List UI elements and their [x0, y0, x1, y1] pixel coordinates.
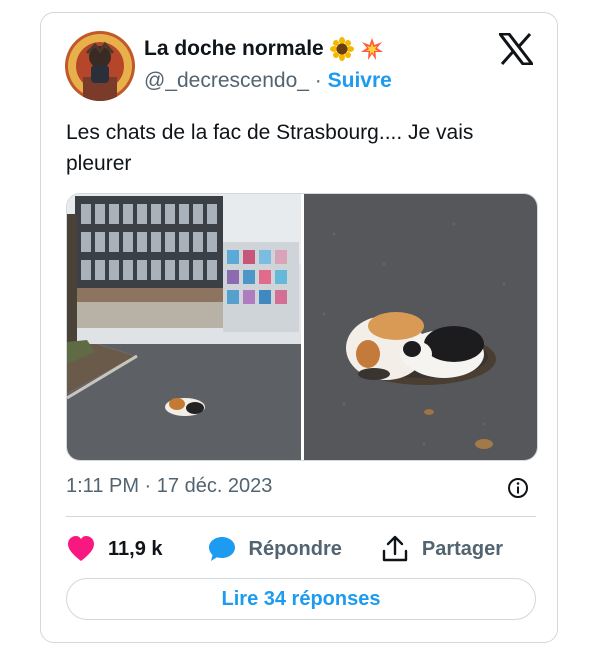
- reply-button[interactable]: Répondre: [207, 534, 342, 564]
- tweet-card: La doche normale @_decrescendo_ · Suivre: [40, 12, 558, 643]
- read-replies-button[interactable]: Lire 34 réponses: [66, 578, 536, 620]
- share-button[interactable]: Partager: [380, 534, 503, 564]
- author-name-row[interactable]: La doche normale: [144, 37, 384, 61]
- share-label: Partager: [421, 537, 504, 560]
- avatar[interactable]: [65, 31, 135, 101]
- follow-button[interactable]: Suivre: [328, 69, 392, 92]
- reply-label: Répondre: [248, 537, 342, 560]
- author-handle-row: @_decrescendo_ · Suivre: [144, 69, 392, 93]
- author-handle[interactable]: @_decrescendo_: [144, 69, 309, 92]
- sunflower-emoji: [329, 37, 354, 61]
- separator-dot: ·: [314, 69, 322, 92]
- reply-bubble-icon: [208, 537, 235, 561]
- tweet-timestamp[interactable]: 1:11 PM · 17 déc. 2023: [66, 475, 272, 498]
- divider: [66, 516, 536, 517]
- collision-emoji: [360, 37, 384, 61]
- info-icon[interactable]: [507, 477, 529, 499]
- x-logo-icon[interactable]: [496, 32, 536, 66]
- tweet-media: [66, 193, 538, 461]
- like-button[interactable]: 11,9 k: [66, 534, 163, 564]
- tweet-text: Les chats de la fac de Strasbourg.... Je…: [66, 121, 474, 175]
- share-icon: [382, 535, 408, 562]
- like-count: 11,9 k: [108, 537, 163, 560]
- heart-icon: [68, 536, 94, 561]
- university-building-with-cat-photo[interactable]: [67, 194, 301, 460]
- cats-on-manhole-photo[interactable]: [304, 194, 537, 460]
- tweet-actions: 11,9 k Répondre Partager: [66, 531, 536, 567]
- author-display-name[interactable]: La doche normale: [144, 37, 324, 61]
